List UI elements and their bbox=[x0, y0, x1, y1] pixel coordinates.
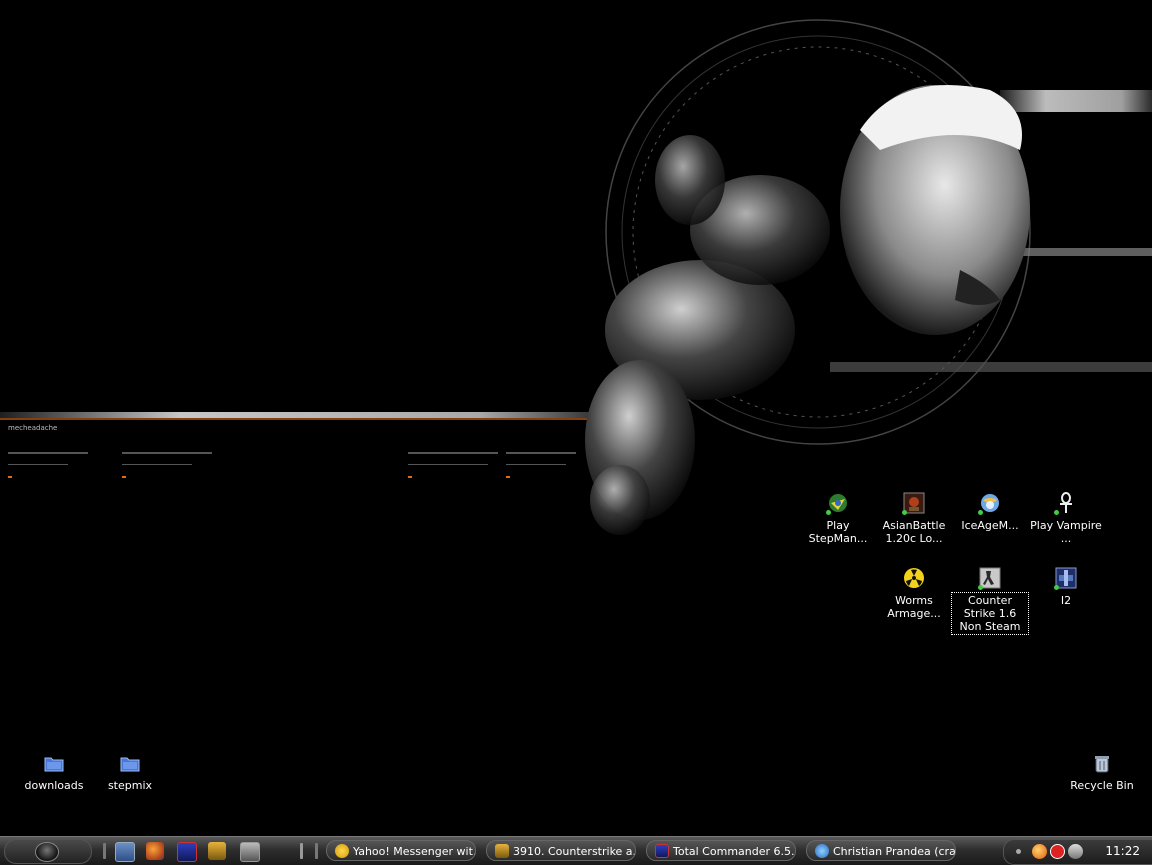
total-commander-icon[interactable] bbox=[177, 842, 197, 862]
desktop-icon-play-vampire[interactable]: Play Vampire ... bbox=[1028, 492, 1104, 546]
folder-icon bbox=[119, 752, 141, 774]
desktop-wallpaper: mecheadache bbox=[0, 19, 1152, 535]
desktop-icon-label: AsianBattle 1.20c Lo... bbox=[882, 519, 946, 545]
start-orb-icon bbox=[35, 842, 59, 862]
task-label: Total Commander 6.5... bbox=[673, 845, 796, 858]
folder-icon bbox=[43, 752, 65, 774]
recycle-bin-icon bbox=[1091, 752, 1113, 774]
desktop-icon-downloads[interactable]: downloads bbox=[16, 752, 92, 793]
winamp-icon bbox=[495, 844, 509, 858]
desktop-icon-label: downloads bbox=[24, 779, 84, 792]
clock[interactable]: 11:22 bbox=[1105, 844, 1140, 858]
yahoo-icon bbox=[335, 844, 349, 858]
wallpaper-text: mecheadache bbox=[8, 424, 57, 432]
i2-icon bbox=[1054, 567, 1077, 590]
task-label: Christian Prandea (cra... bbox=[833, 845, 956, 858]
tray-volume-icon[interactable] bbox=[1068, 844, 1083, 859]
tasks-handle[interactable] bbox=[315, 843, 318, 859]
stepmania-icon bbox=[826, 492, 849, 515]
desktop-icon-label: stepmix bbox=[107, 779, 153, 792]
desktop-icon-play-stepmania[interactable]: Play StepMan... bbox=[800, 492, 876, 546]
desktop-icon-i2[interactable]: I2 bbox=[1028, 567, 1104, 608]
iceage-icon bbox=[978, 492, 1001, 515]
desktop-icon-label: IceAgeM... bbox=[961, 519, 1019, 532]
show-desktop-icon[interactable] bbox=[115, 842, 135, 862]
desktop-icon-label: Play StepMan... bbox=[808, 519, 868, 545]
task-label: 3910. Counterstrike a... bbox=[513, 845, 636, 858]
desktop-icon-counter-strike[interactable]: Counter Strike 1.6 Non Steam bbox=[951, 567, 1029, 635]
system-tray: 11:22 bbox=[1003, 839, 1152, 865]
desktop-icon-asianbattle[interactable]: AsianBattle 1.20c Lo... bbox=[876, 492, 952, 546]
quick-launch-overflow-icon[interactable] bbox=[300, 843, 303, 859]
tray-alert-icon[interactable] bbox=[1050, 844, 1065, 859]
task-yahoo-messenger[interactable]: Yahoo! Messenger wit... bbox=[326, 840, 476, 861]
start-button[interactable] bbox=[4, 839, 92, 864]
desktop-icon-worms[interactable]: Worms Armage... bbox=[876, 567, 952, 621]
task-browser[interactable]: Christian Prandea (cra... bbox=[806, 840, 956, 861]
tray-toggle-icon[interactable] bbox=[1016, 849, 1021, 854]
total-commander-icon bbox=[655, 844, 669, 858]
winamp-icon[interactable] bbox=[208, 842, 226, 860]
ankh-icon bbox=[1054, 492, 1077, 515]
radiation-icon bbox=[903, 567, 925, 589]
counter-strike-icon bbox=[978, 567, 1001, 590]
desktop-icon-label: I2 bbox=[1060, 594, 1072, 607]
browser-icon bbox=[815, 844, 829, 858]
taskbar: Yahoo! Messenger wit... 3910. Counterstr… bbox=[0, 836, 1152, 865]
task-label: Yahoo! Messenger wit... bbox=[353, 845, 476, 858]
tray-app-icon[interactable] bbox=[1032, 844, 1047, 859]
desktop-icon-label: Counter Strike 1.6 Non Steam bbox=[951, 592, 1029, 635]
quick-launch-handle[interactable] bbox=[103, 843, 106, 859]
task-total-commander[interactable]: Total Commander 6.5... bbox=[646, 840, 796, 861]
desktop-icon-label: Play Vampire ... bbox=[1030, 519, 1102, 545]
asianbattle-icon bbox=[902, 492, 925, 515]
desktop-icon-label: Worms Armage... bbox=[887, 594, 941, 620]
desktop-icon-iceage[interactable]: IceAgeM... bbox=[952, 492, 1028, 533]
desktop-icon-recycle-bin[interactable]: Recycle Bin bbox=[1064, 752, 1140, 793]
task-winamp[interactable]: 3910. Counterstrike a... bbox=[486, 840, 636, 861]
desktop-icon-stepmix[interactable]: stepmix bbox=[92, 752, 168, 793]
desktop-icon-label: Recycle Bin bbox=[1070, 779, 1134, 792]
firefox-icon[interactable] bbox=[146, 842, 164, 860]
media-icon[interactable] bbox=[240, 842, 260, 862]
